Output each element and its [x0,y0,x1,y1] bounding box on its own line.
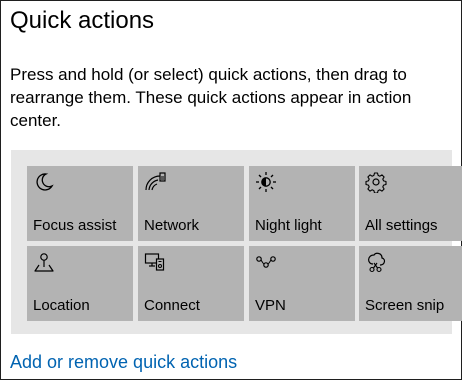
tile-label: All settings [365,217,438,234]
tile-label: Connect [144,297,200,314]
tile-label: Focus assist [33,217,117,234]
gear-icon [365,171,387,193]
network-icon [144,171,166,193]
tile-focus-assist[interactable]: Focus assist [27,166,133,241]
tile-label: Network [144,217,200,234]
location-icon [33,251,55,273]
sun-icon [255,171,277,193]
add-remove-quick-actions-link[interactable]: Add or remove quick actions [10,352,237,373]
tile-vpn[interactable]: VPN [249,246,355,321]
vpn-icon [255,251,277,273]
tile-location[interactable]: Location [27,246,133,321]
tile-network[interactable]: Network [138,166,244,241]
quick-actions-window: Quick actions Press and hold (or select)… [0,0,462,380]
tile-night-light[interactable]: Night light [249,166,355,241]
scissors-icon [365,251,387,273]
tile-screen-snip[interactable]: Screen snip [359,246,462,321]
tile-label: Location [33,297,90,314]
moon-icon [33,171,55,193]
tile-all-settings[interactable]: All settings [359,166,462,241]
description-text: Press and hold (or select) quick actions… [10,65,412,130]
quick-actions-grid: Focus assist Network Night light All set… [11,150,462,334]
tile-label: Night light [255,217,322,234]
connect-icon [144,251,166,273]
tile-label: VPN [255,297,286,314]
tile-connect[interactable]: Connect [138,246,244,321]
page-title: Quick actions [10,7,155,34]
tile-label: Screen snip [365,297,445,314]
